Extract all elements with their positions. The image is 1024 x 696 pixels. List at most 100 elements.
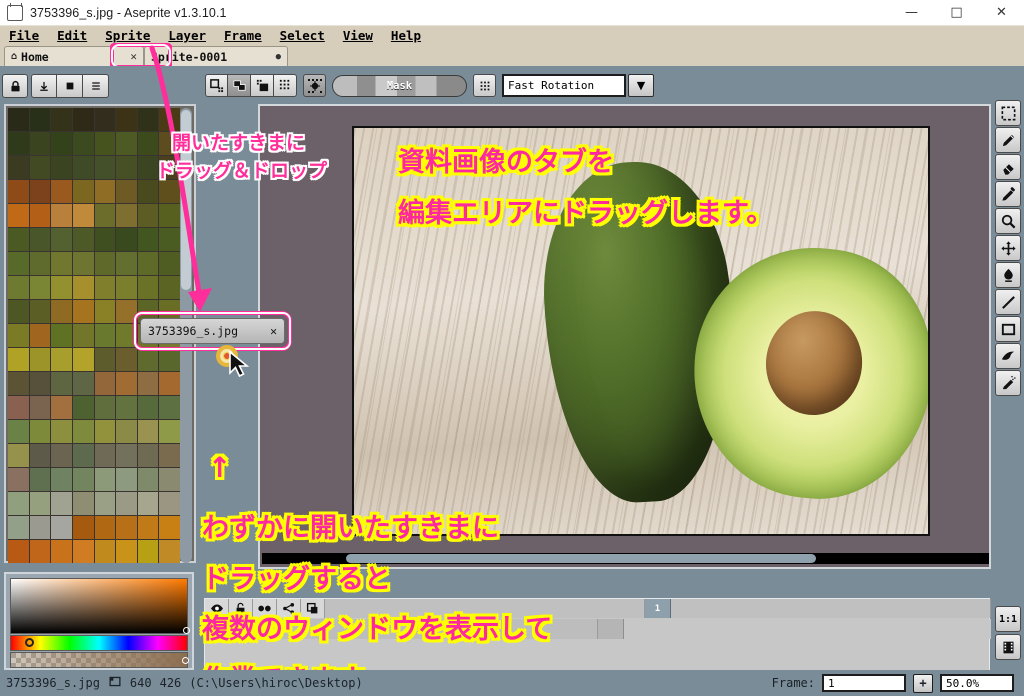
palette-swatch[interactable]	[95, 516, 116, 539]
palette-swatch[interactable]	[138, 348, 159, 371]
minimize-button[interactable]: —	[889, 0, 934, 26]
palette-swatch[interactable]	[51, 228, 72, 251]
palette-swatch[interactable]	[138, 204, 159, 227]
eyedropper-tool[interactable]	[995, 181, 1021, 207]
palette-swatch[interactable]	[159, 108, 180, 131]
palette-swatch[interactable]	[51, 180, 72, 203]
palette-swatch[interactable]	[73, 420, 94, 443]
palette-swatch[interactable]	[30, 324, 51, 347]
pencil-tool[interactable]	[995, 127, 1021, 153]
palette-swatch[interactable]	[8, 444, 29, 467]
palette-swatch[interactable]	[51, 420, 72, 443]
palette-swatch[interactable]	[73, 108, 94, 131]
contour-tool[interactable]	[995, 343, 1021, 369]
palette-swatch[interactable]	[8, 132, 29, 155]
palette-swatch[interactable]	[51, 252, 72, 275]
visibility-icon[interactable]	[205, 599, 229, 618]
palette-swatch[interactable]	[30, 372, 51, 395]
tab-home[interactable]: ⌂ Home ✕	[4, 46, 144, 66]
palette-swatch[interactable]	[30, 180, 51, 203]
palette-swatch[interactable]	[73, 252, 94, 275]
alpha-handle[interactable]	[182, 657, 189, 664]
palette-swatch[interactable]	[95, 324, 116, 347]
palette-swatch[interactable]	[51, 276, 72, 299]
palette-swatch[interactable]	[159, 516, 180, 539]
selection-subtract-button[interactable]	[251, 74, 274, 97]
palette-swatch[interactable]	[95, 252, 116, 275]
palette-swatch[interactable]	[95, 348, 116, 371]
palette-swatch[interactable]	[30, 300, 51, 323]
palette-swatch[interactable]	[116, 156, 137, 179]
palette-swatch[interactable]	[73, 372, 94, 395]
saturation-value-field[interactable]	[10, 578, 188, 634]
frame-input[interactable]: 1	[822, 674, 906, 692]
palette-swatch[interactable]	[73, 396, 94, 419]
palette-swatch[interactable]	[159, 492, 180, 515]
palette-swatch[interactable]	[116, 108, 137, 131]
eraser-tool[interactable]	[995, 154, 1021, 180]
palette-swatch[interactable]	[73, 300, 94, 323]
palette-swatch[interactable]	[95, 468, 116, 491]
palette-swatch[interactable]	[73, 540, 94, 563]
palette-swatch[interactable]	[8, 420, 29, 443]
palette-swatch[interactable]	[116, 276, 137, 299]
palette-swatch[interactable]	[138, 444, 159, 467]
tab-sprite-0001[interactable]: Sprite-0001 ●	[144, 46, 288, 66]
selection-replace-button[interactable]	[205, 74, 228, 97]
palette-swatch[interactable]	[30, 204, 51, 227]
palette-swatch[interactable]	[73, 492, 94, 515]
palette-swatch[interactable]	[116, 468, 137, 491]
spray-tool[interactable]	[995, 370, 1021, 396]
floating-dragged-tab[interactable]: 3753396_s.jpg ✕	[140, 318, 285, 344]
palette-swatch[interactable]	[159, 540, 180, 563]
rectangle-tool[interactable]	[995, 316, 1021, 342]
rotation-algorithm-value[interactable]: Fast Rotation	[502, 74, 626, 97]
menu-edit[interactable]: Edit	[48, 26, 96, 45]
palette-swatch[interactable]	[8, 516, 29, 539]
close-button[interactable]: ✕	[979, 0, 1024, 26]
palette-swatch[interactable]	[73, 444, 94, 467]
palette-swatch[interactable]	[95, 540, 116, 563]
onion-skin-icon[interactable]	[253, 599, 277, 618]
palette-swatch[interactable]	[51, 348, 72, 371]
palette-swatch[interactable]	[30, 132, 51, 155]
palette-lock-button[interactable]	[2, 74, 28, 98]
palette-swatch[interactable]	[95, 228, 116, 251]
selection-add-button[interactable]	[228, 74, 251, 97]
palette-swatch[interactable]	[116, 132, 137, 155]
palette-swatch[interactable]	[95, 372, 116, 395]
palette-swatch[interactable]	[51, 396, 72, 419]
palette-swatch[interactable]	[8, 348, 29, 371]
palette-swatch[interactable]	[8, 228, 29, 251]
palette-swatch[interactable]	[51, 324, 72, 347]
palette-swatch[interactable]	[30, 420, 51, 443]
palette-swatch[interactable]	[30, 516, 51, 539]
palette-swatch[interactable]	[159, 180, 180, 203]
palette-swatch[interactable]	[116, 228, 137, 251]
palette-swatch[interactable]	[95, 276, 116, 299]
palette-swatch[interactable]	[8, 204, 29, 227]
palette-swatch[interactable]	[8, 540, 29, 563]
palette-swatch[interactable]	[73, 180, 94, 203]
palette-swatch[interactable]	[116, 300, 137, 323]
palette-swatch[interactable]	[138, 468, 159, 491]
palette-swatch[interactable]	[30, 492, 51, 515]
palette-swatch[interactable]	[116, 396, 137, 419]
palette-swatch[interactable]	[159, 396, 180, 419]
hue-handle[interactable]	[25, 638, 34, 647]
palette-swatch[interactable]	[159, 276, 180, 299]
menu-select[interactable]: Select	[271, 26, 334, 45]
tab-home-close-icon[interactable]: ✕	[130, 50, 137, 63]
menu-file[interactable]: File	[0, 26, 48, 45]
sprite-canvas[interactable]	[352, 126, 930, 536]
palette-swatch[interactable]	[51, 300, 72, 323]
palette-swatch[interactable]	[73, 468, 94, 491]
palette-swatch[interactable]	[138, 396, 159, 419]
palette-save-button[interactable]	[57, 74, 83, 98]
palette-swatch[interactable]	[8, 180, 29, 203]
lock-icon[interactable]	[229, 599, 253, 618]
menu-frame[interactable]: Frame	[215, 26, 271, 45]
palette-swatch[interactable]	[95, 204, 116, 227]
palette-swatch[interactable]	[159, 420, 180, 443]
palette-swatch[interactable]	[116, 204, 137, 227]
